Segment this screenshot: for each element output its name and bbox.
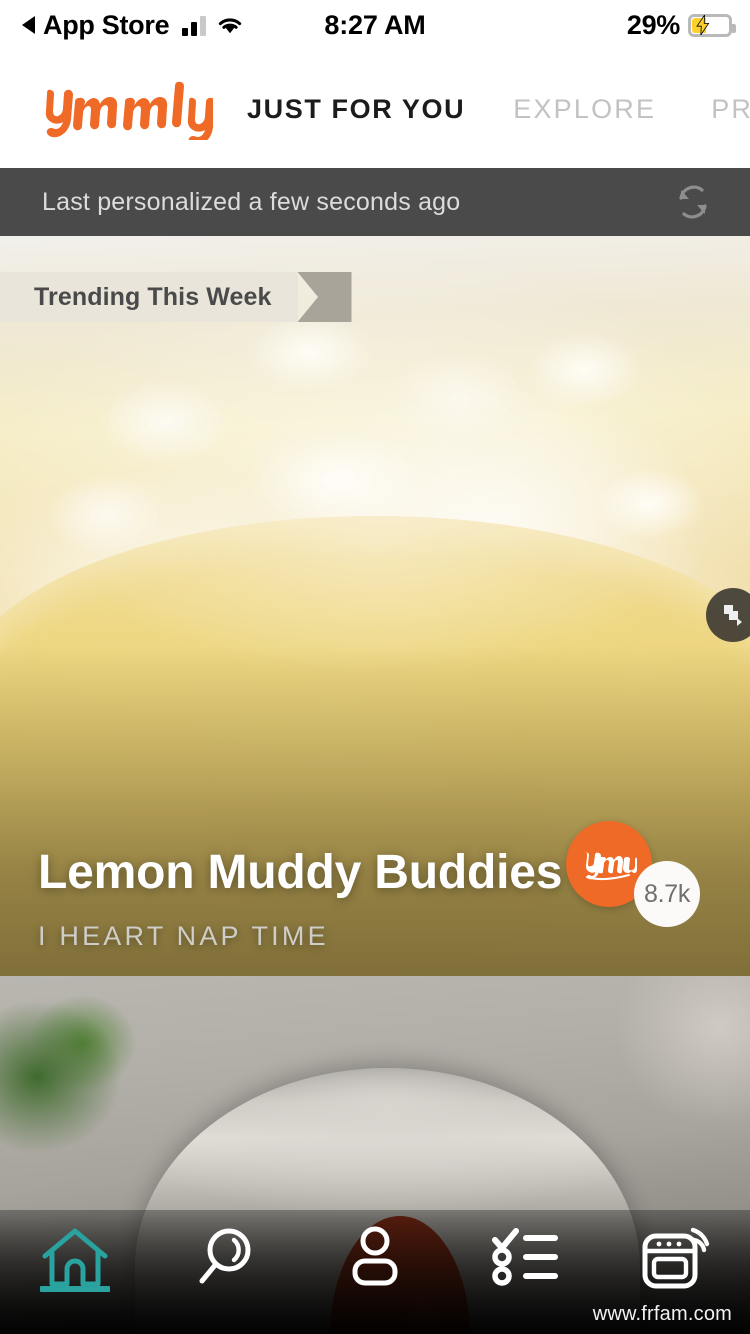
personalization-bar: Last personalized a few seconds ago bbox=[0, 168, 750, 236]
ribbon-tail-icon bbox=[297, 272, 352, 322]
nav-item-home[interactable] bbox=[0, 1210, 150, 1334]
nav-item-shopping-list[interactable] bbox=[450, 1210, 600, 1334]
watermark: www.frfam.com bbox=[592, 1303, 732, 1325]
recipe-source: I HEART NAP TIME bbox=[38, 921, 329, 951]
yum-count-badge: 8.7k bbox=[634, 861, 700, 927]
status-bar: App Store 8:27 AM 29% bbox=[0, 0, 750, 50]
bolt-icon bbox=[696, 15, 710, 35]
nav-active-underline bbox=[40, 1286, 110, 1292]
search-icon bbox=[199, 1228, 251, 1284]
checklist-icon bbox=[492, 1228, 558, 1286]
stack-arrow-icon bbox=[724, 605, 742, 626]
tab-just-for-you[interactable]: JUST FOR YOU bbox=[247, 94, 465, 125]
home-icon bbox=[42, 1228, 108, 1287]
battery-percent-label: 29% bbox=[626, 9, 680, 40]
yummly-logo[interactable] bbox=[38, 78, 213, 140]
refresh-arrows-icon bbox=[679, 185, 707, 219]
tab-explore[interactable]: EXPLORE bbox=[513, 94, 656, 125]
app-header: JUST FOR YOU EXPLORE PRO bbox=[0, 50, 750, 211]
recipe-feed[interactable]: Trending This Week Lemon Muddy Buddies I… bbox=[0, 236, 750, 1334]
yummly-wordmark-icon bbox=[45, 81, 213, 140]
recipe-title: Lemon Muddy Buddies bbox=[38, 846, 563, 900]
recipe-meta: Lemon Muddy Buddies I HEART NAP TIME bbox=[38, 846, 563, 952]
refresh-icon[interactable] bbox=[666, 175, 720, 229]
tab-pro[interactable]: PRO bbox=[711, 94, 750, 125]
battery-charging-icon bbox=[688, 13, 736, 37]
trending-ribbon-body: Trending This Week bbox=[0, 272, 298, 322]
trending-ribbon: Trending This Week bbox=[0, 272, 352, 322]
header-tabs: JUST FOR YOU EXPLORE PRO bbox=[247, 50, 750, 168]
app-root: App Store 8:27 AM 29% JUST FOR YOU EXPLO… bbox=[0, 0, 750, 1334]
nav-item-search[interactable] bbox=[150, 1210, 300, 1334]
personalization-status-label: Last personalized a few seconds ago bbox=[42, 187, 461, 216]
trending-ribbon-label: Trending This Week bbox=[34, 282, 272, 311]
yum-button-group: 8.7k bbox=[566, 821, 700, 931]
nav-item-profile[interactable] bbox=[300, 1210, 450, 1334]
yum-script-icon bbox=[585, 852, 637, 881]
connected-oven-icon bbox=[642, 1227, 710, 1289]
recipe-card[interactable]: Trending This Week Lemon Muddy Buddies I… bbox=[0, 236, 750, 976]
status-bar-right: 29% bbox=[626, 0, 736, 50]
person-icon bbox=[352, 1226, 398, 1286]
